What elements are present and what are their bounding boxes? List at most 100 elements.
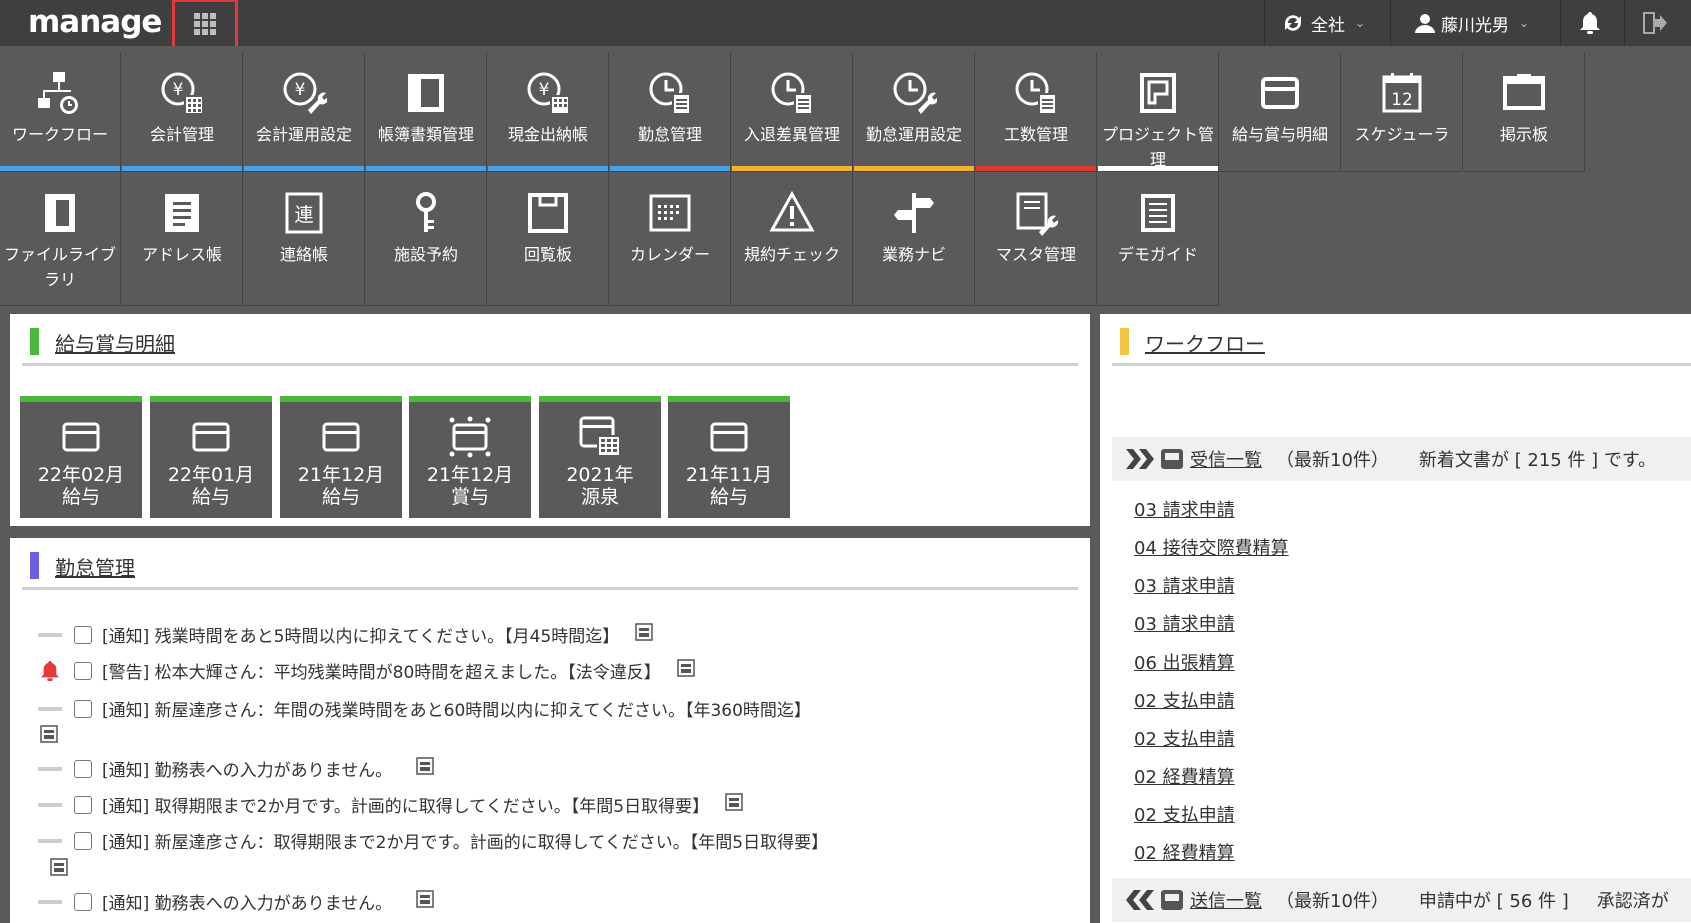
payslip-tile[interactable]: 22年02月 給与 — [20, 396, 142, 518]
document-icon[interactable] — [677, 659, 695, 682]
svg-text:連: 連 — [294, 204, 313, 226]
svg-text:¥: ¥ — [539, 80, 550, 100]
notice-checkbox[interactable] — [74, 892, 92, 911]
panel-title[interactable]: 勤怠管理 — [55, 552, 135, 581]
project-icon — [1140, 73, 1176, 113]
menu-address-book[interactable]: アドレス帳 — [122, 172, 243, 306]
menu-bulletin-board[interactable]: 掲示板 — [1464, 52, 1585, 172]
workflow-item-link[interactable]: 02 支払申請 — [1134, 725, 1235, 751]
workflow-item-link[interactable]: 06 出張精算 — [1134, 649, 1235, 675]
notice-checkbox[interactable] — [74, 625, 92, 644]
menu-label: 給与賞与明細 — [1231, 125, 1328, 144]
menu-master[interactable]: マスタ管理 — [976, 172, 1097, 306]
menu-label: カレンダー — [629, 245, 710, 264]
menu-attendance-settings[interactable]: 勤怠運用設定 — [854, 52, 975, 172]
notice-text[interactable]: [通知] 勤務表への入力がありません。 — [102, 756, 392, 781]
menu-demo-guide[interactable]: デモガイド — [1098, 172, 1219, 306]
menu-business-navi[interactable]: 業務ナビ — [854, 172, 975, 306]
logout-button[interactable] — [1624, 0, 1691, 46]
menu-accounting[interactable]: ¥ 会計管理 — [122, 52, 243, 172]
menu-label: アドレス帳 — [141, 245, 222, 264]
menu-scheduler[interactable]: 12 スケジューラ — [1342, 52, 1463, 172]
notification-button[interactable] — [1560, 0, 1624, 46]
status-dash — [38, 899, 62, 904]
bell-icon — [1579, 12, 1600, 34]
menu-file-library[interactable]: ファイルライブラリ — [0, 172, 121, 306]
payslip-tile[interactable]: 2021年 源泉 — [539, 396, 661, 518]
payslip-icon — [192, 422, 230, 452]
outbox-link[interactable]: 送信一覧 — [1190, 887, 1262, 913]
menu-man-hours[interactable]: 工数管理 — [976, 52, 1097, 172]
notice-text[interactable]: [通知] 勤務表への入力がありません。 — [102, 889, 392, 914]
menu-label: 入退差異管理 — [743, 125, 840, 144]
workflow-item-link[interactable]: 02 経費精算 — [1134, 763, 1235, 789]
menu-project[interactable]: プロジェクト管理 — [1098, 52, 1219, 172]
payslip-icon — [1261, 77, 1299, 109]
payslip-tile[interactable]: 21年12月 給与 — [280, 396, 402, 518]
payslip-tile[interactable]: 22年01月 給与 — [150, 396, 272, 518]
scope-selector[interactable]: 全社 ⌄ — [1264, 0, 1390, 46]
clock-doc-icon — [771, 72, 813, 115]
document-icon[interactable] — [40, 725, 58, 747]
user-menu[interactable]: 藤川光男 ⌄ — [1390, 0, 1560, 46]
inbox-message: 新着文書が [ 215 件 ] です。 — [1418, 450, 1657, 471]
menu-attendance[interactable]: 勤怠管理 — [610, 52, 731, 172]
workflow-item-link[interactable]: 03 請求申請 — [1134, 572, 1235, 598]
panel-header: 勤怠管理 — [22, 550, 1078, 590]
workflow-item-link[interactable]: 02 経費精算 — [1134, 839, 1235, 865]
withholding-icon — [579, 416, 621, 457]
notice-row: [通知] 取得期限まで2か月です。計画的に取得してください。【年間5日取得要】 — [38, 792, 743, 817]
app-logo[interactable]: manage — [28, 4, 162, 40]
notice-text[interactable]: [通知] 新屋達彦さん：取得期限まで2か月です。計画的に取得してください。【年間… — [102, 828, 828, 853]
document-icon[interactable] — [50, 858, 68, 880]
document-icon[interactable] — [416, 757, 434, 780]
menu-books[interactable]: 帳簿書類管理 — [366, 52, 487, 172]
menu-contact-book[interactable]: 連 連絡帳 — [244, 172, 365, 306]
notice-text[interactable]: [警告] 松本大輝さん：平均残業時間が80時間を超えました。【法令違反】 — [102, 658, 661, 683]
notice-checkbox[interactable] — [74, 699, 92, 718]
notice-text[interactable]: [通知] 残業時間をあと5時間以内に抑えてください。【月45時間迄】 — [102, 622, 619, 647]
notice-text[interactable]: [通知] 新屋達彦さん：年間の残業時間をあと60時間以内に抑えてください。【年3… — [102, 696, 811, 721]
menu-circular[interactable]: 回覧板 — [488, 172, 609, 306]
notice-text[interactable]: [通知] 取得期限まで2か月です。計画的に取得してください。【年間5日取得要】 — [102, 792, 709, 817]
workflow-item-link[interactable]: 03 請求申請 — [1134, 496, 1235, 522]
notice-row: [通知] 新屋達彦さん：年間の残業時間をあと60時間以内に抑えてください。【年3… — [38, 696, 811, 721]
menu-calendar[interactable]: カレンダー — [610, 172, 731, 306]
inbox-link[interactable]: 受信一覧 — [1190, 446, 1262, 472]
document-icon[interactable] — [416, 890, 434, 913]
menu-workflow[interactable]: ワークフロー — [0, 52, 121, 172]
notice-checkbox[interactable] — [74, 831, 92, 850]
workflow-item-link[interactable]: 02 支払申請 — [1134, 801, 1235, 827]
signpost-icon — [894, 193, 934, 233]
payslip-tile[interactable]: 21年12月 賞与 — [409, 396, 531, 518]
panel-title[interactable]: ワークフロー — [1145, 328, 1265, 357]
menu-payslip[interactable]: 給与賞与明細 — [1220, 52, 1341, 172]
calendar-icon — [649, 194, 691, 232]
calendar-12-icon: 12 — [1382, 73, 1422, 113]
panel-title[interactable]: 給与賞与明細 — [55, 328, 175, 357]
workflow-item-link[interactable]: 03 請求申請 — [1134, 610, 1235, 636]
notice-checkbox[interactable] — [74, 661, 92, 680]
app-grid-button[interactable] — [172, 0, 238, 50]
menu-entry-exit[interactable]: 入退差異管理 — [732, 52, 853, 172]
menu-facility-booking[interactable]: 施設予約 — [366, 172, 487, 306]
menu-accounting-settings[interactable]: ¥ 会計運用設定 — [244, 52, 365, 172]
menu-label: 勤怠運用設定 — [865, 125, 962, 144]
notice-checkbox[interactable] — [74, 795, 92, 814]
status-dash — [38, 838, 62, 843]
alert-bell-icon — [38, 660, 62, 682]
menu-label: 掲示板 — [1499, 125, 1548, 144]
user-icon — [1415, 14, 1435, 33]
notice-checkbox[interactable] — [74, 759, 92, 778]
workflow-item-link[interactable]: 04 接待交際費精算 — [1134, 534, 1289, 560]
document-icon[interactable] — [725, 793, 743, 816]
status-dash — [38, 706, 62, 711]
menu-rules-check[interactable]: 規約チェック — [732, 172, 853, 306]
payslip-tile[interactable]: 21年11月 給与 — [668, 396, 790, 518]
payslip-icon — [710, 422, 748, 452]
menu-cashbook[interactable]: ¥ 現金出納帳 — [488, 52, 609, 172]
document-icon[interactable] — [635, 623, 654, 646]
yen-calc-icon: ¥ — [161, 72, 204, 115]
inbox-header: 受信一覧 （最新10件） 新着文書が [ 215 件 ] です。 — [1112, 437, 1691, 481]
workflow-item-link[interactable]: 02 支払申請 — [1134, 687, 1235, 713]
